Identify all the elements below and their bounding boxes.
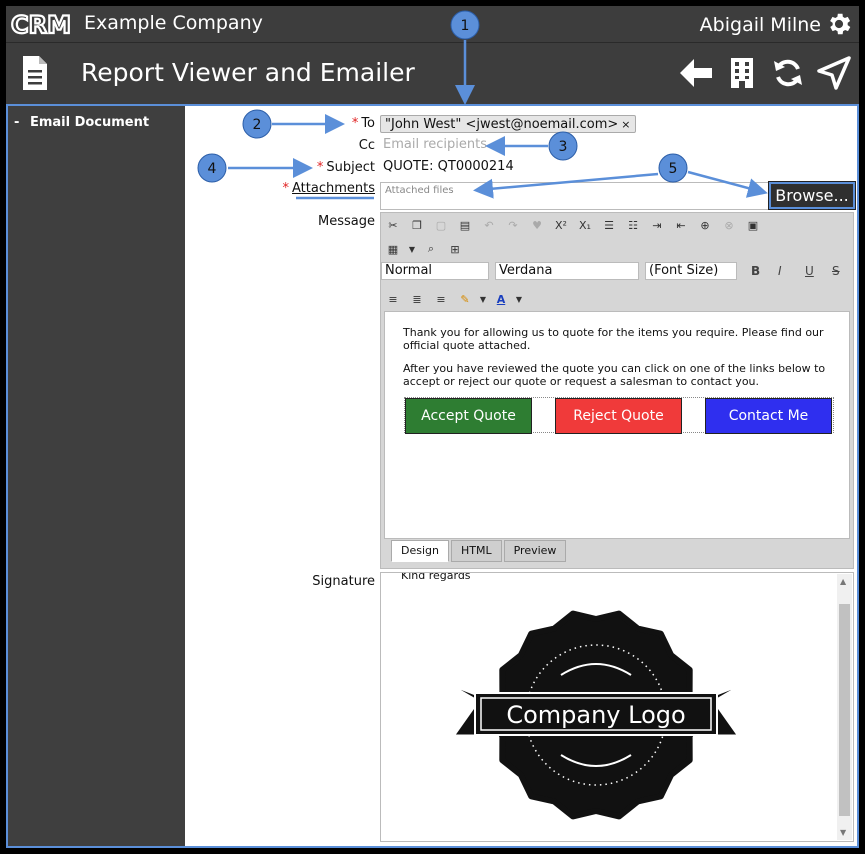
company-name: Example Company — [84, 12, 263, 34]
cc-label: Cc — [358, 138, 375, 153]
user-name[interactable]: Abigail Milne — [700, 14, 821, 36]
insert-link-icon[interactable]: ⊕ — [696, 217, 714, 233]
attachments-field[interactable]: Attached files — [380, 182, 770, 210]
tab-preview[interactable]: Preview — [503, 540, 567, 562]
signature-text: Kind regards — [401, 572, 471, 582]
to-recipient-chip[interactable]: "John West" <jwest@noemail.com> × — [380, 115, 636, 133]
required-marker: * — [351, 116, 359, 131]
align-right-icon[interactable]: ≡ — [432, 291, 450, 307]
back-arrow-icon[interactable] — [678, 55, 714, 91]
paste-icon[interactable]: ▢ — [432, 217, 450, 233]
quote-action-buttons: Accept Quote Reject Quote Contact Me — [404, 397, 834, 434]
message-paragraph-2: After you have reviewed the quote you ca… — [403, 362, 826, 388]
strikethrough-button[interactable]: S — [832, 264, 840, 278]
select-all-icon[interactable]: ⊞ — [446, 241, 464, 257]
underline-button[interactable]: U — [805, 264, 814, 278]
top-bar: CRM Example Company Abigail Milne — [6, 6, 859, 42]
cc-input[interactable]: Email recipients — [383, 137, 487, 152]
chevron-down-icon[interactable]: ▼ — [408, 241, 416, 257]
sidebar: - Email Document — [8, 106, 185, 846]
attachments-label: * Attachments — [282, 181, 375, 196]
reject-quote-button[interactable]: Reject Quote — [555, 398, 682, 434]
company-logo-text: Company Logo — [506, 701, 685, 729]
scroll-thumb[interactable] — [839, 604, 850, 816]
paragraph-style-select[interactable]: Normal — [381, 262, 489, 280]
building-icon[interactable] — [724, 55, 760, 91]
highlight-color-icon[interactable]: ✎ — [456, 291, 474, 307]
redo-icon[interactable]: ↷ — [504, 217, 522, 233]
subject-input[interactable]: QUOTE: QT0000214 — [383, 159, 514, 174]
signature-editor[interactable]: Kind regards Company Logo ▲ ▼ — [380, 572, 854, 842]
content-area: - Email Document * To "John West" <jwest@… — [6, 104, 859, 848]
chevron-down-icon[interactable]: ▼ — [480, 291, 486, 307]
font-size-select[interactable]: (Font Size) — [645, 262, 737, 280]
italic-button[interactable]: I — [778, 264, 782, 278]
font-color-icon[interactable]: A — [492, 291, 510, 307]
remove-recipient-icon[interactable]: × — [621, 118, 630, 131]
tab-html[interactable]: HTML — [450, 540, 502, 562]
paste-word-icon[interactable]: ▤ — [456, 217, 474, 233]
browse-button[interactable]: Browse... — [768, 181, 856, 210]
ordered-list-icon[interactable]: ☰ — [600, 217, 618, 233]
document-icon — [23, 56, 47, 90]
rich-text-editor: ✂ ❐ ▢ ▤ ↶ ↷ ♥ X² X₁ ☰ ☷ ⇥ ⇤ ⊕ ⊗ ▣ ▦ ▼ ⌕ … — [380, 212, 854, 569]
scroll-up-icon[interactable]: ▲ — [840, 577, 846, 586]
signature-scrollbar[interactable]: ▲ ▼ — [837, 574, 852, 840]
editor-toolbar-row-3: ≡ ≣ ≡ ✎ ▼ A ▼ — [384, 291, 522, 309]
message-paragraph-1: Thank you for allowing us to quote for t… — [403, 326, 824, 352]
company-logo-image: Company Logo — [454, 610, 738, 820]
required-marker: * — [316, 160, 324, 175]
subject-label: * Subject — [316, 160, 375, 175]
screenshot-frame: CRM Example Company Abigail Milne Report… — [0, 0, 865, 854]
send-icon[interactable] — [816, 55, 852, 91]
bold-button[interactable]: B — [751, 264, 760, 278]
insert-image-icon[interactable]: ▣ — [744, 217, 762, 233]
recipient-address: "John West" <jwest@noemail.com> — [385, 117, 619, 132]
contact-me-button[interactable]: Contact Me — [705, 398, 832, 434]
collapse-toggle[interactable]: - — [14, 115, 19, 130]
copy-icon[interactable]: ❐ — [408, 217, 426, 233]
scroll-down-icon[interactable]: ▼ — [840, 828, 846, 837]
required-marker: * — [282, 181, 290, 196]
page-title: Report Viewer and Emailer — [81, 58, 415, 87]
crm-logo: CRM — [10, 11, 72, 37]
sidebar-item-email-document[interactable]: - Email Document — [14, 115, 149, 130]
email-form: * To "John West" <jwest@noemail.com> × Cc … — [185, 106, 857, 846]
undo-icon[interactable]: ↶ — [480, 217, 498, 233]
app-window: CRM Example Company Abigail Milne Report… — [6, 6, 859, 848]
editor-toolbar-row-1: ✂ ❐ ▢ ▤ ↶ ↷ ♥ X² X₁ ☰ ☷ ⇥ ⇤ ⊕ ⊗ ▣ — [384, 217, 762, 235]
indent-icon[interactable]: ⇥ — [648, 217, 666, 233]
editor-mode-tabs: Design HTML Preview — [391, 540, 568, 562]
chevron-down-icon[interactable]: ▼ — [516, 291, 522, 307]
sidebar-item-label: Email Document — [29, 115, 150, 130]
message-label: Message — [318, 214, 375, 229]
title-bar: Report Viewer and Emailer — [6, 42, 859, 104]
spellcheck-icon[interactable]: ♥ — [528, 217, 546, 233]
cut-icon[interactable]: ✂ — [384, 217, 402, 233]
message-body[interactable]: Thank you for allowing us to quote for t… — [384, 311, 850, 539]
bullet-list-icon[interactable]: ☷ — [624, 217, 642, 233]
accept-quote-button[interactable]: Accept Quote — [405, 398, 532, 434]
gear-icon[interactable] — [825, 10, 853, 38]
svg-text:CRM: CRM — [11, 11, 71, 37]
subscript-icon[interactable]: X₁ — [576, 217, 594, 233]
to-label: * To — [351, 116, 375, 131]
refresh-icon[interactable] — [770, 55, 806, 91]
superscript-icon[interactable]: X² — [552, 217, 570, 233]
align-center-icon[interactable]: ≣ — [408, 291, 426, 307]
signature-label: Signature — [312, 574, 375, 589]
align-left-icon[interactable]: ≡ — [384, 291, 402, 307]
find-icon[interactable]: ⌕ — [422, 241, 440, 257]
tab-design[interactable]: Design — [391, 540, 449, 562]
table-icon[interactable]: ▦ — [384, 241, 402, 257]
font-family-select[interactable]: Verdana — [495, 262, 639, 280]
outdent-icon[interactable]: ⇤ — [672, 217, 690, 233]
remove-link-icon[interactable]: ⊗ — [720, 217, 738, 233]
editor-toolbar-row-2: ▦ ▼ ⌕ ⊞ — [384, 241, 464, 259]
